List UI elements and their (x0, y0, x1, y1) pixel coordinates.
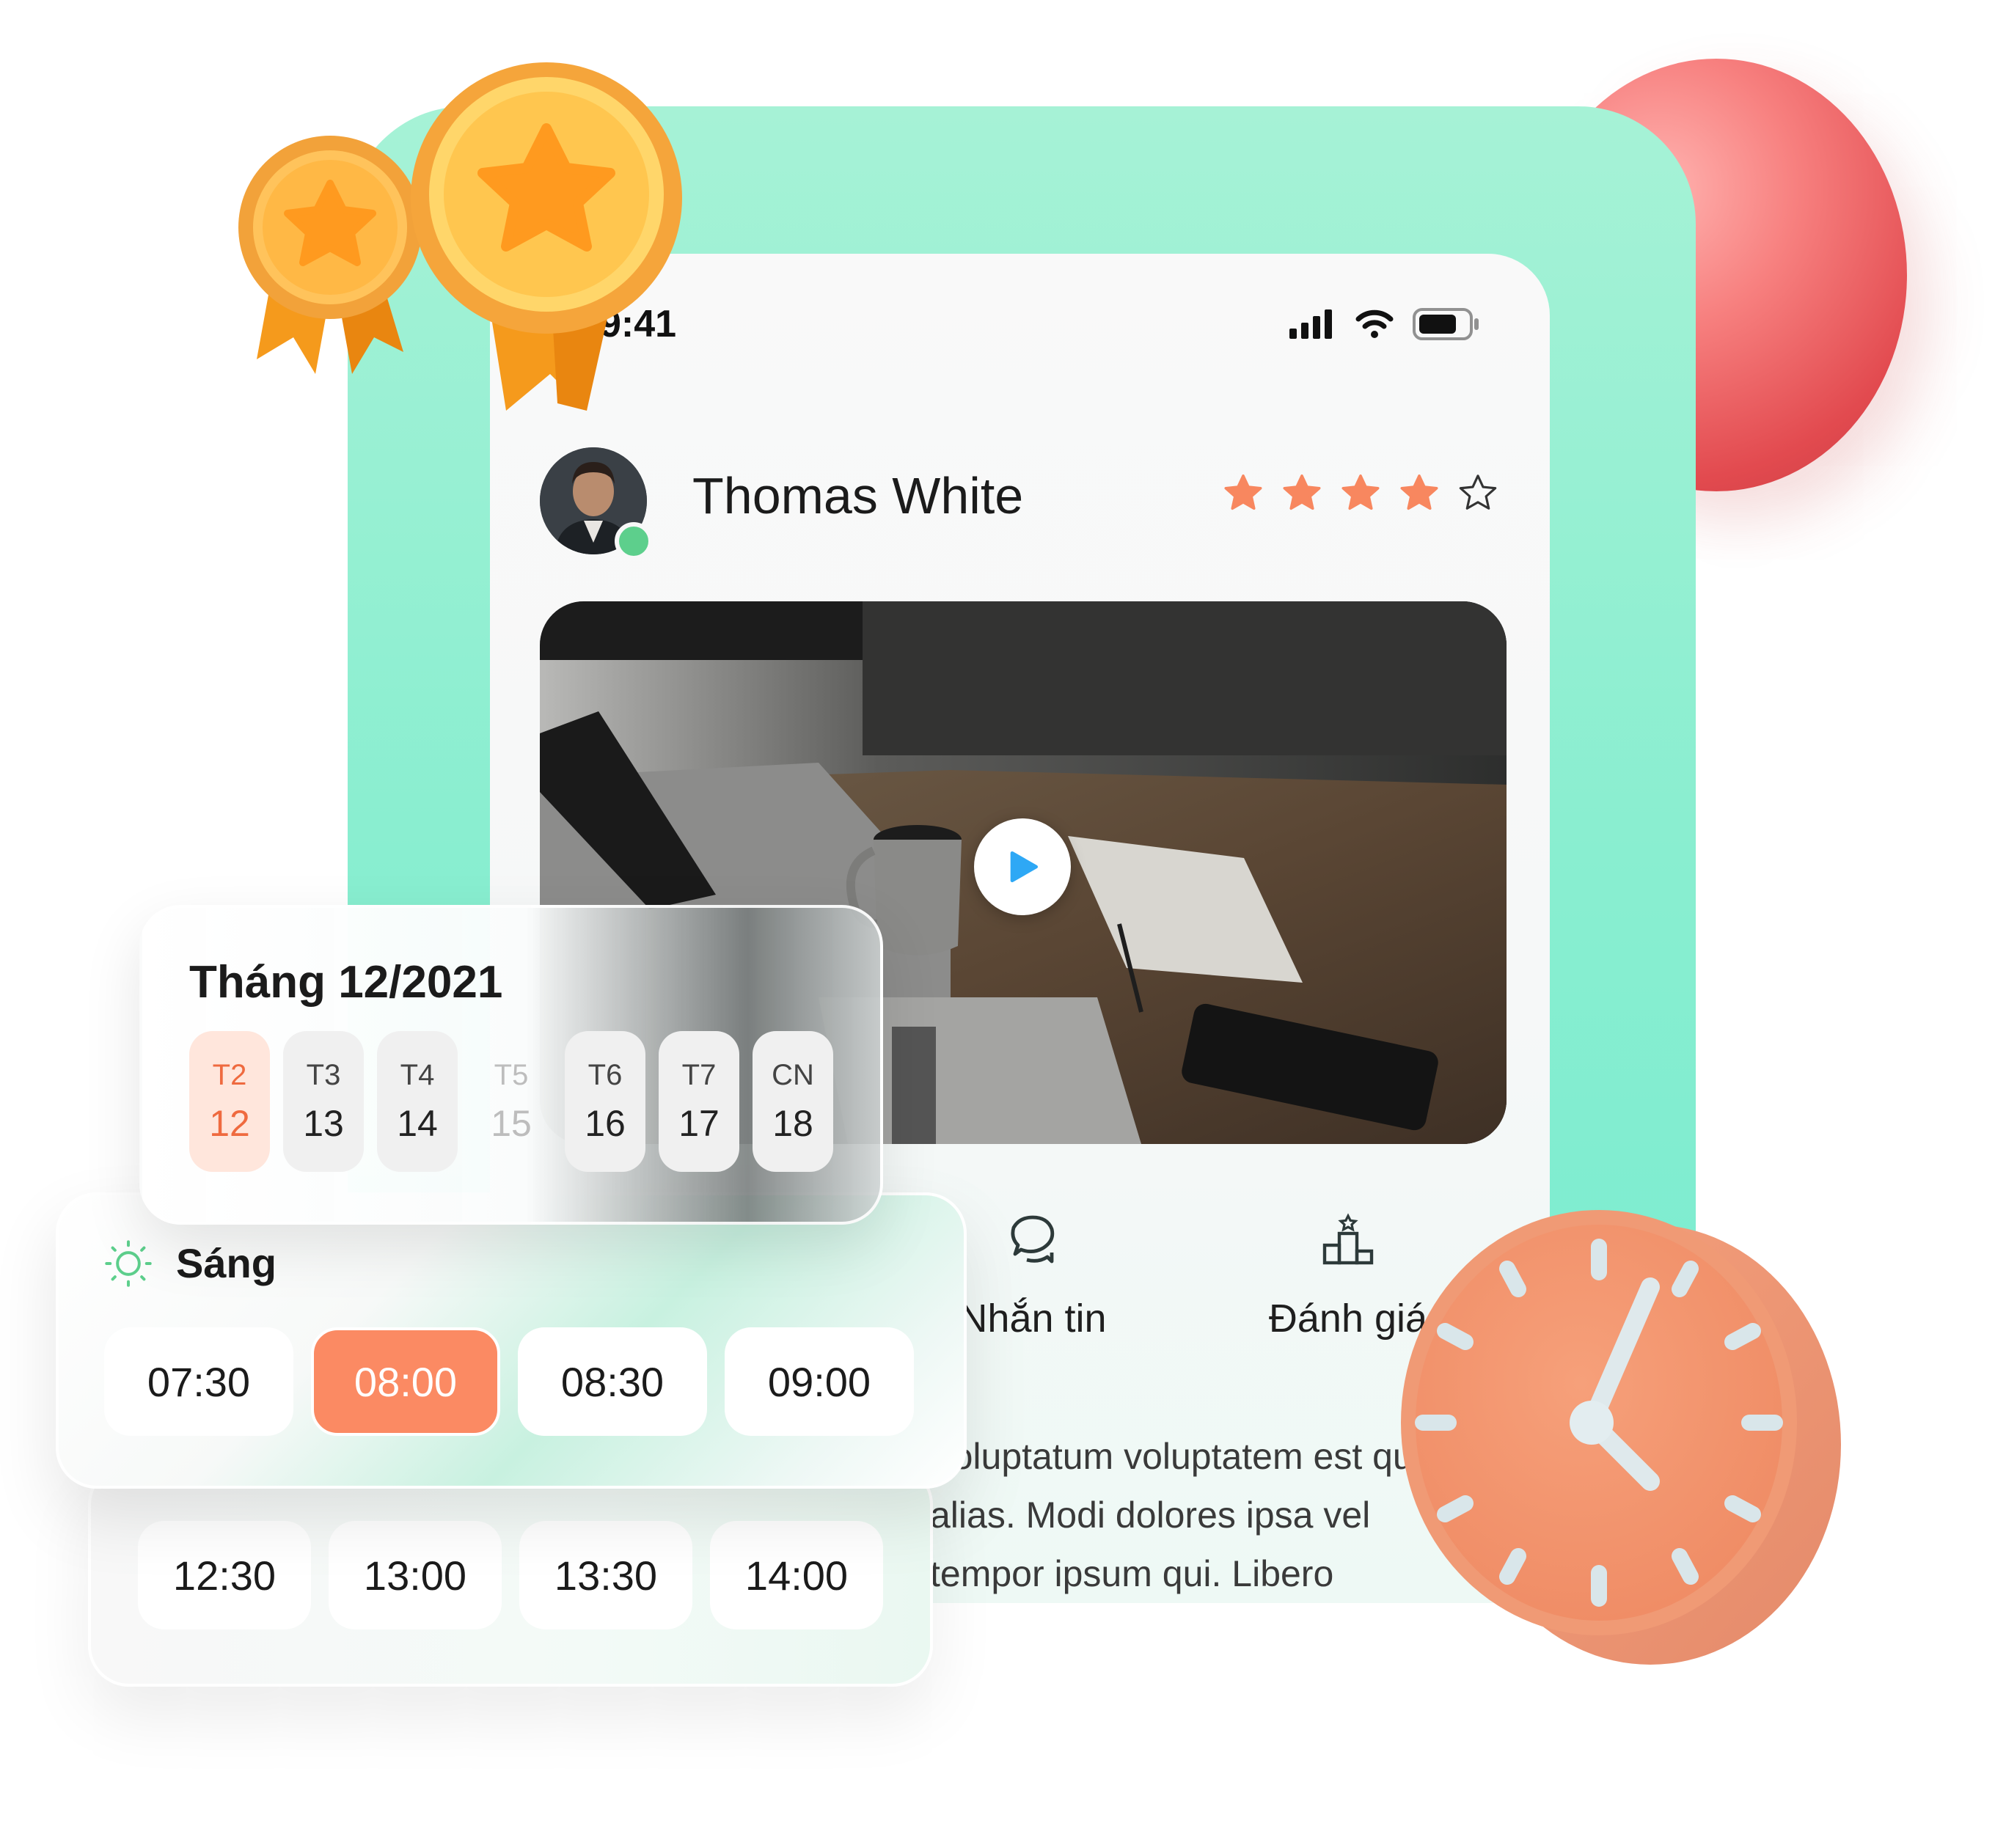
day-name: T6 (587, 1058, 623, 1091)
day-chip-selected[interactable]: T2 12 (189, 1031, 270, 1172)
day-chip[interactable]: T6 16 (565, 1031, 645, 1172)
battery-icon (1413, 308, 1479, 340)
day-name: CN (772, 1058, 814, 1091)
star-empty-icon[interactable] (1457, 472, 1499, 515)
day-chip[interactable]: T4 14 (377, 1031, 458, 1172)
profile-name: Thomas White (692, 467, 1024, 524)
star-filled-icon[interactable] (1222, 472, 1264, 515)
calendar-title: Tháng 12/2021 (189, 957, 503, 1008)
session-label: Sáng (176, 1240, 277, 1286)
day-date: 17 (678, 1102, 720, 1144)
podium-icon (1322, 1213, 1374, 1265)
status-icons (1289, 308, 1480, 340)
morning-slots-panel: Sáng 07:30 08:00 08:30 09:00 (56, 1192, 967, 1489)
time-slot[interactable]: 07:30 (104, 1327, 293, 1436)
rating-stars[interactable] (1222, 472, 1499, 515)
day-name: T2 (212, 1058, 247, 1091)
time-slot[interactable]: 09:00 (725, 1327, 914, 1436)
afternoon-slots-panel: 12:30 13:00 13:30 14:00 (88, 1464, 933, 1687)
day-date: 16 (585, 1102, 626, 1144)
wifi-icon (1355, 309, 1394, 338)
star-filled-icon[interactable] (1281, 472, 1323, 515)
play-button[interactable] (974, 818, 1071, 915)
day-date: 14 (397, 1102, 438, 1144)
day-chip[interactable]: T3 13 (283, 1031, 364, 1172)
time-slot-selected[interactable]: 08:00 (311, 1327, 500, 1436)
time-slot[interactable]: 12:30 (138, 1521, 311, 1629)
play-icon (1010, 851, 1038, 882)
day-chip[interactable]: CN 18 (753, 1031, 833, 1172)
time-slot[interactable]: 13:30 (519, 1521, 692, 1629)
day-date: 13 (303, 1102, 344, 1144)
calendar-panel: Tháng 12/2021 T2 12 T3 13 T4 14 T5 15 T6… (139, 905, 883, 1225)
afternoon-slot-list: 12:30 13:00 13:30 14:00 (138, 1521, 883, 1629)
day-date: 18 (772, 1102, 813, 1144)
sun-icon (105, 1240, 152, 1287)
signal-icon (1289, 309, 1332, 339)
chat-icon (1011, 1215, 1055, 1264)
day-name: T4 (400, 1058, 435, 1091)
star-filled-icon[interactable] (1398, 472, 1441, 515)
day-chip-disabled: T5 15 (471, 1031, 552, 1172)
star-filled-icon[interactable] (1339, 472, 1382, 515)
day-picker: T2 12 T3 13 T4 14 T5 15 T6 16 T7 17 CN 1… (189, 1031, 833, 1172)
day-name: T5 (494, 1058, 529, 1091)
online-status-dot (615, 522, 653, 560)
day-name: T7 (681, 1058, 717, 1091)
day-name: T3 (306, 1058, 341, 1091)
time-slot[interactable]: 13:00 (329, 1521, 502, 1629)
time-slot[interactable]: 14:00 (710, 1521, 883, 1629)
clock-icon (1401, 1210, 1841, 1665)
medal-small-icon (238, 136, 422, 374)
medal-large-icon (411, 62, 682, 411)
day-chip[interactable]: T7 17 (659, 1031, 739, 1172)
morning-slot-list: 07:30 08:00 08:30 09:00 (104, 1327, 914, 1436)
day-date: 15 (491, 1102, 532, 1144)
day-date: 12 (209, 1102, 250, 1144)
time-slot[interactable]: 08:30 (518, 1327, 707, 1436)
